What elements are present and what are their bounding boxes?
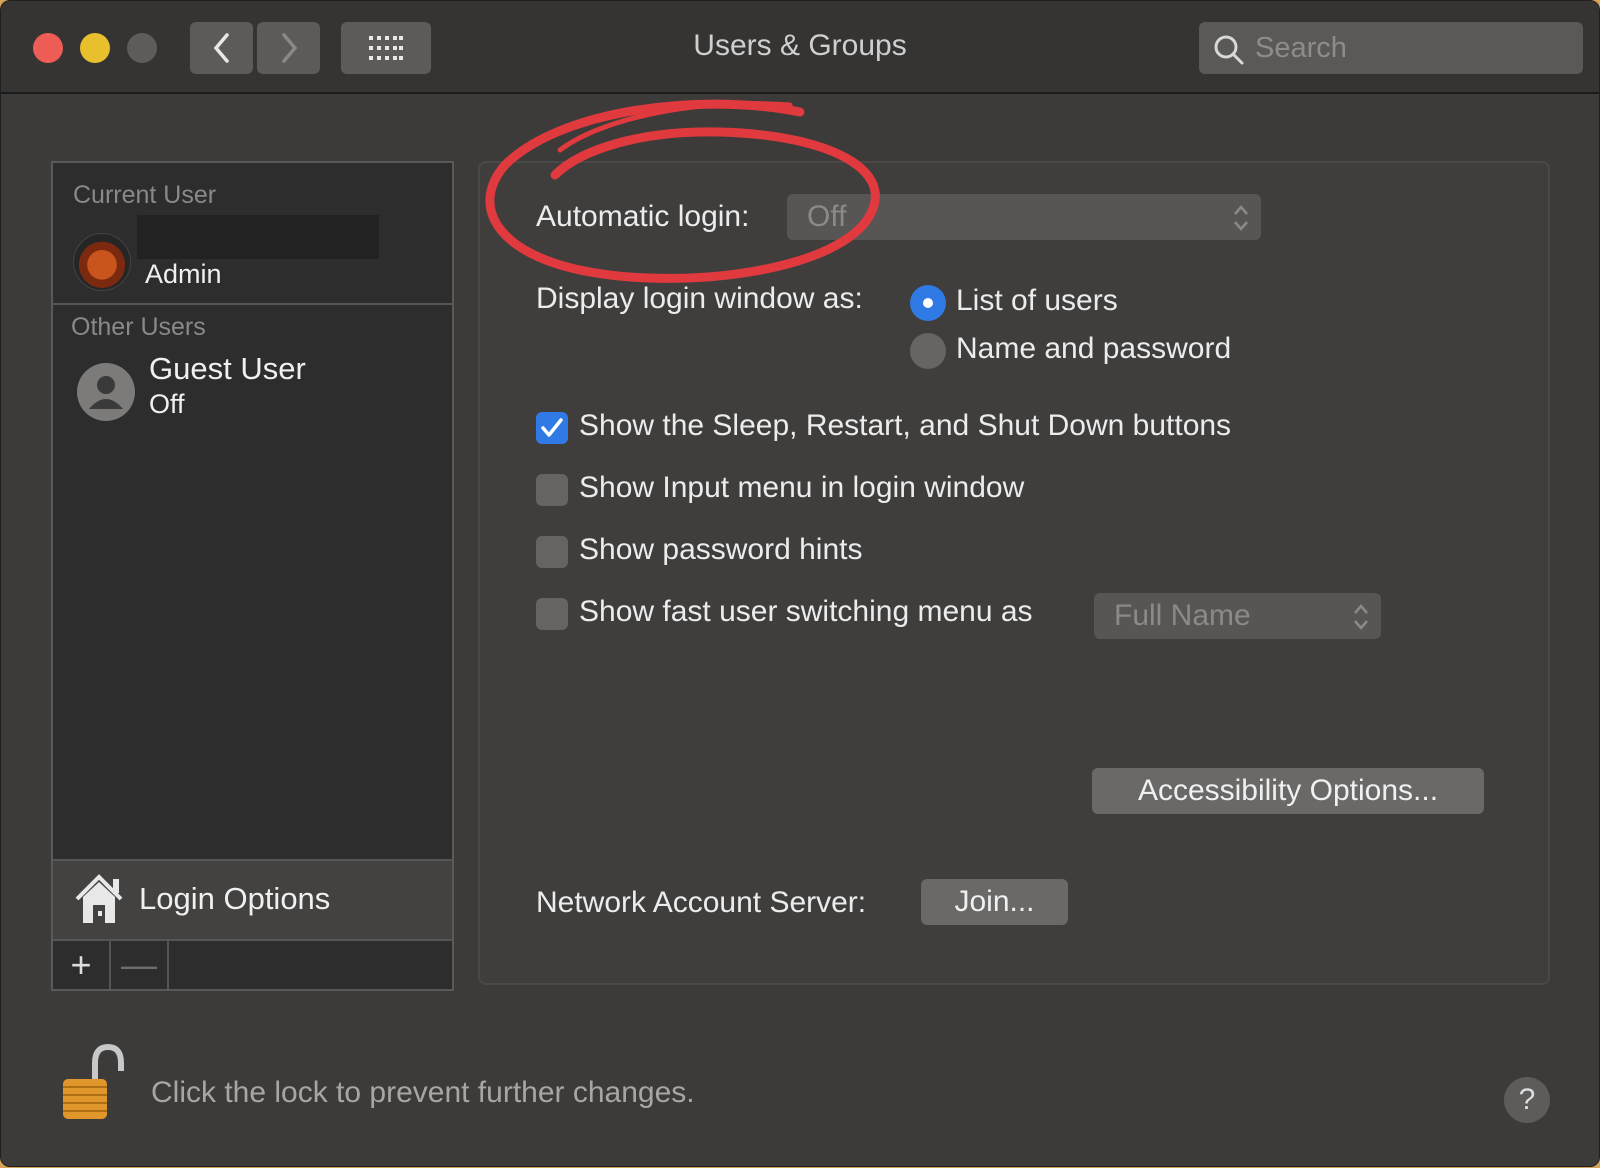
radio-name-and-password-label: Name and password xyxy=(956,332,1232,365)
remove-user-button[interactable]: — xyxy=(111,941,169,989)
other-users-heading: Other Users xyxy=(71,313,206,341)
add-remove-bar: + — xyxy=(53,941,452,989)
add-user-button[interactable]: + xyxy=(53,941,111,989)
lock-button[interactable] xyxy=(53,1041,129,1123)
fast-switch-format-popup[interactable]: Full Name xyxy=(1094,593,1381,639)
redacted-username xyxy=(137,215,379,259)
checkbox-password-hints-label: Show password hints xyxy=(579,533,863,566)
guest-avatar-icon xyxy=(77,363,135,421)
search-input[interactable]: Search xyxy=(1199,22,1583,74)
automatic-login-label: Automatic login: xyxy=(536,200,750,233)
avatar xyxy=(73,233,131,291)
checkbox-fast-user-switching-label: Show fast user switching menu as xyxy=(579,595,1033,628)
lock-status-text: Click the lock to prevent further change… xyxy=(151,1076,695,1109)
lock-open-icon xyxy=(63,1043,124,1119)
updown-chevron-icon xyxy=(1234,205,1248,231)
checkbox-fast-user-switching[interactable] xyxy=(536,598,568,630)
title-bar: Users & Groups Search xyxy=(1,1,1599,94)
radio-list-of-users-label: List of users xyxy=(956,284,1118,317)
automatic-login-value: Off xyxy=(807,200,847,233)
checkbox-input-menu[interactable] xyxy=(536,474,568,506)
display-login-as-label: Display login window as: xyxy=(536,282,863,315)
checkbox-sleep-restart[interactable] xyxy=(536,412,568,444)
current-user-heading: Current User xyxy=(73,181,217,209)
house-icon xyxy=(75,874,123,923)
checkbox-password-hints[interactable] xyxy=(536,536,568,568)
radio-name-and-password[interactable] xyxy=(910,333,946,369)
login-options-label: Login Options xyxy=(139,881,331,916)
fast-switch-format-value: Full Name xyxy=(1114,599,1251,632)
window: Users & Groups Search Current User Admin… xyxy=(0,0,1600,1167)
help-button[interactable]: ? xyxy=(1504,1077,1550,1123)
current-user-item[interactable]: Current User Admin xyxy=(53,163,452,305)
updown-chevron-icon xyxy=(1354,604,1368,630)
checkbox-input-menu-label: Show Input menu in login window xyxy=(579,471,1025,504)
network-account-server-label: Network Account Server: xyxy=(536,886,867,919)
radio-list-of-users[interactable] xyxy=(910,285,946,321)
current-user-role: Admin xyxy=(145,259,222,289)
accessibility-options-button[interactable]: Accessibility Options... xyxy=(1092,768,1484,814)
search-placeholder: Search xyxy=(1255,32,1347,64)
users-sidebar: Current User Admin Other Users Guest Use… xyxy=(51,161,454,991)
guest-user-status: Off xyxy=(149,389,185,419)
login-options-item[interactable]: Login Options xyxy=(53,859,452,941)
join-button[interactable]: Join... xyxy=(921,879,1068,925)
search-icon xyxy=(1214,35,1244,65)
checkmark-icon xyxy=(541,418,563,437)
guest-user-name: Guest User xyxy=(149,351,306,386)
automatic-login-popup[interactable]: Off xyxy=(787,194,1261,240)
checkbox-sleep-restart-label: Show the Sleep, Restart, and Shut Down b… xyxy=(579,409,1232,442)
